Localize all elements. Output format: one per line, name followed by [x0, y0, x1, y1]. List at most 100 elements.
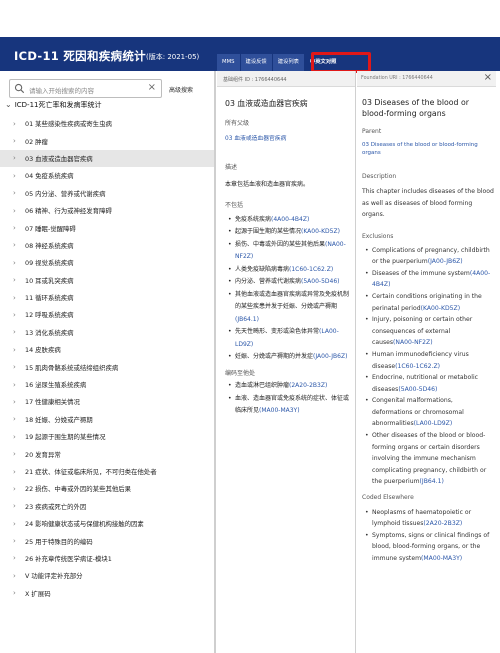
code-link[interactable]: (JB64.1): [235, 316, 259, 323]
chevron-right-icon[interactable]: ›: [13, 398, 25, 406]
item-text: 内分泌、营养或代谢疾病: [235, 278, 302, 285]
code-link[interactable]: (2A20-2B3Z): [289, 382, 327, 389]
code-link[interactable]: (JB64.1): [420, 478, 444, 485]
chevron-right-icon[interactable]: ›: [13, 363, 25, 371]
tree-item[interactable]: › 08 神经系统疾病: [0, 237, 216, 254]
app-title: ICD-11 死因和疾病统计: [14, 49, 146, 63]
tree-item[interactable]: › V 功能评定补充部分: [0, 567, 216, 584]
code-link[interactable]: (KA00-KD5Z): [421, 305, 461, 312]
chevron-right-icon[interactable]: ›: [13, 276, 25, 284]
tree-item[interactable]: › 20 发育异常: [0, 445, 216, 462]
exclusions-heading: Exclusions: [362, 232, 394, 240]
chevron-right-icon[interactable]: ›: [13, 207, 25, 215]
chevron-right-icon[interactable]: ›: [13, 572, 25, 580]
tree-item-label: 25 用于特殊目的的编码: [25, 537, 93, 546]
tab-list[interactable]: 建设列表: [272, 54, 304, 71]
code-link[interactable]: (NA00-NF2Z): [393, 339, 433, 346]
code-link[interactable]: (4A00-4B4Z): [271, 216, 309, 223]
chevron-right-icon[interactable]: ›: [13, 294, 25, 302]
tree-item[interactable]: › 06 精神、行为或神经发育障碍: [0, 202, 216, 219]
tree-item[interactable]: › 11 循环系统疾病: [0, 289, 216, 306]
chevron-right-icon[interactable]: ›: [13, 381, 25, 389]
chevron-right-icon[interactable]: ›: [13, 224, 25, 232]
chevron-right-icon[interactable]: ›: [13, 537, 25, 545]
code-link[interactable]: (5A00-5D46): [301, 278, 339, 285]
tree-item[interactable]: › 24 影响健康状态或与保健机构接触的因素: [0, 515, 216, 532]
chapter-tree: › 01 某些感染性疾病或寄生虫病 › 02 肿瘤 › 03 血液或造血器官疾病 › 04 免…: [0, 115, 216, 602]
tree-item[interactable]: › 01 某些感染性疾病或寄生虫病: [0, 115, 216, 132]
chevron-right-icon[interactable]: ›: [13, 259, 25, 267]
chevron-right-icon[interactable]: ›: [13, 415, 25, 423]
description-text: This chapter includes diseases of the bl…: [362, 188, 494, 219]
chevron-right-icon[interactable]: ›: [13, 450, 25, 458]
tree-item[interactable]: › 07 睡眠-觉醒障碍: [0, 219, 216, 236]
chevron-right-icon[interactable]: ›: [13, 311, 25, 319]
chevron-right-icon[interactable]: ›: [13, 502, 25, 510]
tree-item[interactable]: › 26 补充章传统医学病证-模块1: [0, 550, 216, 567]
chevron-right-icon[interactable]: ›: [13, 172, 25, 180]
tree-item[interactable]: › 19 起源于围生期的某些情况: [0, 428, 216, 445]
close-icon[interactable]: ×: [484, 72, 492, 83]
chevron-right-icon[interactable]: ›: [13, 468, 25, 476]
tab-mms[interactable]: MMS: [217, 54, 240, 71]
tree-item-label: 02 肿瘤: [25, 137, 48, 146]
tree-item[interactable]: › X 扩展码: [0, 585, 216, 602]
close-icon[interactable]: ×: [148, 82, 156, 93]
chevron-right-icon[interactable]: ›: [13, 137, 25, 145]
tree-item[interactable]: › 17 性健康相关情况: [0, 393, 216, 410]
chevron-right-icon[interactable]: ›: [13, 120, 25, 128]
chevron-right-icon[interactable]: ›: [13, 328, 25, 336]
chevron-right-icon[interactable]: ›: [13, 589, 25, 597]
tree-item[interactable]: › 18 妊娠、分娩或产褥期: [0, 411, 216, 428]
chevron-down-icon[interactable]: ⌄: [5, 100, 12, 109]
tree-item[interactable]: › 03 血液或造血器官疾病: [0, 149, 216, 168]
tree-item-label: 10 耳或乳突疾病: [25, 276, 74, 285]
item-text: 免疫系统疾病: [235, 215, 272, 223]
code-link[interactable]: (MA00-MA3Y): [421, 555, 462, 562]
chevron-right-icon[interactable]: ›: [13, 485, 25, 493]
tree-item[interactable]: › 23 疾病或死亡的外因: [0, 498, 216, 515]
tree-item-label: 24 影响健康状态或与保健机构接触的因素: [25, 520, 144, 529]
code-link[interactable]: (KA00-KD5Z): [301, 228, 340, 235]
chevron-right-icon[interactable]: ›: [13, 346, 25, 354]
chevron-right-icon[interactable]: ›: [13, 241, 25, 249]
tree-item[interactable]: › 10 耳或乳突疾病: [0, 272, 216, 289]
search-placeholder: 请输入开始搜索的内容: [29, 87, 94, 95]
code-link[interactable]: (2A20-2B3Z): [423, 520, 462, 527]
tree-item[interactable]: › 05 内分泌、营养或代谢疾病: [0, 185, 216, 202]
code-link[interactable]: (5A00-5D46): [398, 386, 437, 393]
tree-item[interactable]: › 04 免疫系统疾病: [0, 167, 216, 184]
tab-feedback[interactable]: 建设反馈: [240, 54, 272, 71]
tree-item[interactable]: › 22 损伤、中毒或外因的某些其他后果: [0, 480, 216, 497]
search-input[interactable]: 请输入开始搜索的内容 ×: [9, 79, 162, 98]
advanced-search-link[interactable]: 高级搜索: [169, 85, 193, 94]
chevron-right-icon[interactable]: ›: [13, 154, 25, 162]
tree-item[interactable]: › 02 肿瘤: [0, 132, 216, 149]
tree-item[interactable]: › 14 皮肤疾病: [0, 341, 216, 358]
chevron-right-icon[interactable]: ›: [13, 433, 25, 441]
tree-item[interactable]: › 09 视觉系统疾病: [0, 254, 216, 271]
scrollbar[interactable]: [214, 71, 216, 653]
parent-link[interactable]: 03 血液或造血器官疾病: [225, 133, 353, 146]
tree-item[interactable]: › 21 症状、体征或临床所见，不可归类在他处者: [0, 463, 216, 480]
parent-link[interactable]: 03 Diseases of the blood or blood-formin…: [362, 141, 494, 157]
list-item: 人类免疫缺陷病毒病(1C60-1C62.Z): [225, 264, 353, 277]
tree-item-label: 09 视觉系统疾病: [25, 259, 74, 268]
code-link[interactable]: (LA00-LD9Z): [414, 420, 453, 427]
tree-item[interactable]: › 15 肌肉骨骼系统或结缔组织疾病: [0, 358, 216, 375]
list-item: 先天性畸形、变形或染色体异常(LA00-LD9Z): [225, 326, 353, 351]
code-link[interactable]: (JA00-JB6Z): [428, 258, 463, 265]
tree-item[interactable]: › 16 泌尿生殖系统疾病: [0, 376, 216, 393]
tree-item[interactable]: › 13 消化系统疾病: [0, 324, 216, 341]
tree-root[interactable]: ⌄ ICD-11死亡率和发病率统计: [5, 100, 101, 110]
tree-item[interactable]: › 25 用于特殊目的的编码: [0, 532, 216, 549]
chevron-right-icon[interactable]: ›: [13, 520, 25, 528]
chevron-right-icon[interactable]: ›: [13, 189, 25, 197]
chevron-right-icon[interactable]: ›: [13, 554, 25, 562]
code-link[interactable]: (1C60-1C62.Z): [289, 266, 333, 273]
icd11-browser: ICD-11 死因和疾病统计 (版本: 2021-05) MMS 建设反馈 建设…: [0, 0, 500, 653]
code-link[interactable]: (MA00-MA3Y): [259, 407, 300, 414]
tree-item[interactable]: › 12 呼吸系统疾病: [0, 306, 216, 323]
code-link[interactable]: (JA00-JB6Z): [313, 353, 347, 360]
code-link[interactable]: (1C60-1C62.Z): [395, 363, 440, 370]
